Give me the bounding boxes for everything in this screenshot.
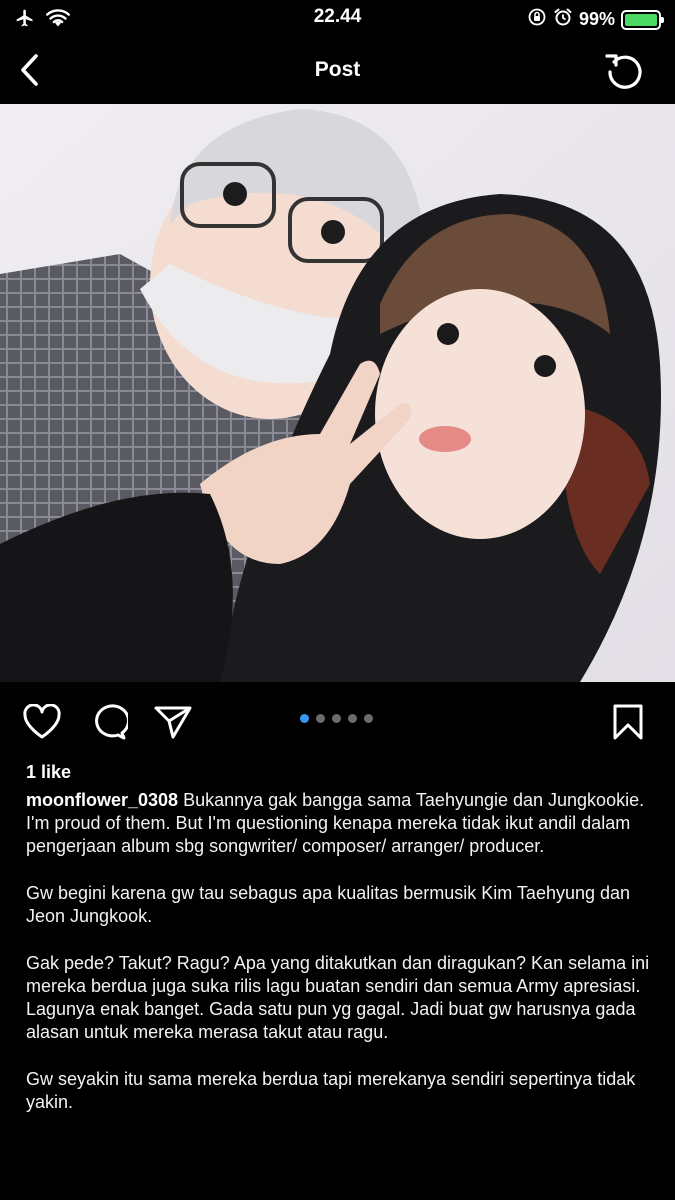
bookmark-icon[interactable] [610, 704, 650, 740]
caption-paragraph: moonflower_0308 Bukannya gak bangga sama… [26, 789, 656, 858]
comment-icon[interactable] [88, 704, 130, 740]
page-title: Post [314, 58, 361, 81]
post-photo[interactable] [0, 104, 675, 682]
carousel-dot [332, 714, 341, 723]
carousel-dot [348, 714, 357, 723]
caption-paragraph: Gw seyakin itu sama mereka berdua tapi m… [26, 1069, 636, 1112]
orientation-lock-icon [527, 7, 547, 32]
carousel-indicator [300, 714, 373, 723]
post-caption: moonflower_0308 Bukannya gak bangga sama… [26, 789, 656, 1138]
caption-paragraph: Gak pede? Takut? Ragu? Apa yang ditakutk… [26, 953, 650, 1042]
refresh-icon[interactable] [603, 48, 647, 92]
like-count[interactable]: 1 like [26, 762, 71, 783]
post-actions [0, 700, 675, 744]
battery-charging-icon [621, 9, 664, 30]
carousel-dot [316, 714, 325, 723]
status-bar: 22.44 99% [0, 0, 675, 36]
share-icon[interactable] [153, 704, 193, 740]
navigation-bar: Post [0, 36, 675, 104]
username-link[interactable]: moonflower_0308 [26, 790, 178, 810]
alarm-icon [553, 7, 573, 32]
carousel-dot [364, 714, 373, 723]
carousel-dot [300, 714, 309, 723]
caption-paragraph: Gw begini karena gw tau sebagus apa kual… [26, 883, 631, 926]
heart-icon[interactable] [22, 703, 62, 740]
battery-percent: 99% [578, 9, 615, 29]
